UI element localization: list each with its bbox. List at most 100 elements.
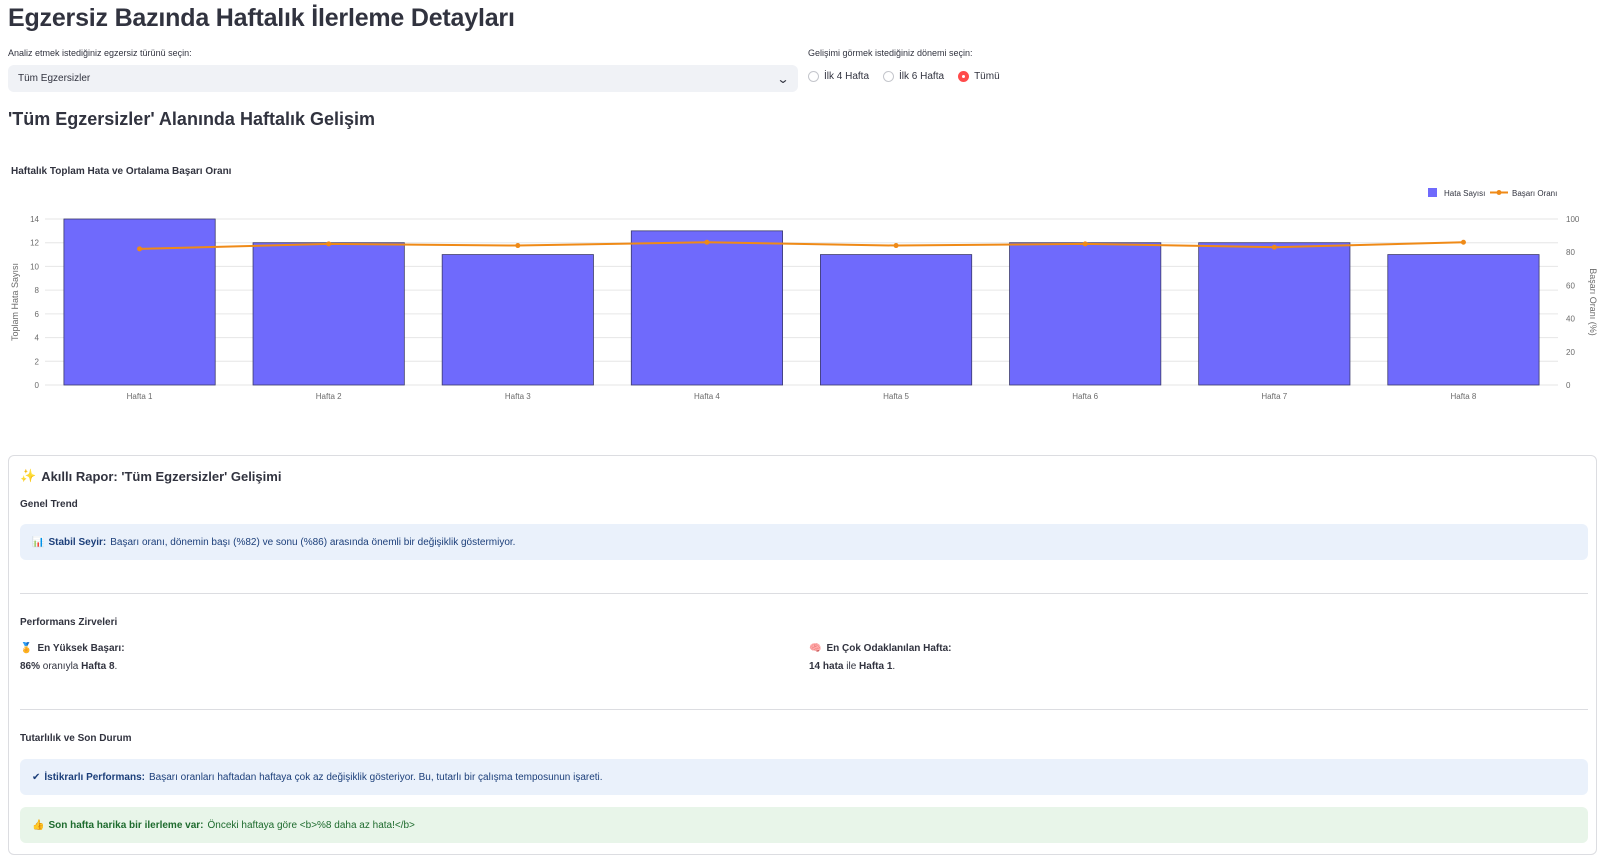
bar [441, 254, 594, 386]
success-rate-point [1271, 244, 1277, 250]
period-radio-label: Gelişimi görmek istediğiniz dönemi seçin… [808, 48, 973, 58]
radio-option-label: İlk 6 Hafta [899, 71, 945, 82]
y-tick-label: 6 [35, 310, 40, 319]
bar [1009, 242, 1162, 386]
y2-tick-label: 20 [1566, 348, 1575, 357]
radio-option-label: İlk 4 Hafta [824, 71, 870, 82]
thumbs-up-icon: 👍 [32, 819, 45, 831]
brain-icon: 🧠 [809, 643, 822, 654]
most-focused-label: 🧠 En Çok Odaklanılan Hafta: [809, 643, 951, 654]
radio-circle [883, 71, 895, 82]
success-rate-point [137, 246, 143, 252]
y2-tick-label: 80 [1566, 248, 1575, 257]
radio-circle [808, 71, 819, 82]
y-tick-label: 2 [35, 357, 40, 366]
y2-tick-label: 0 [1566, 381, 1571, 390]
consistency-alert-text: Başarı oranları haftadan haftaya çok az … [149, 771, 603, 783]
best-success-value: 86% oranıyla Hafta 8. [20, 661, 117, 672]
radio-option-first-4-weeks[interactable]: İlk 4 Hafta [808, 71, 869, 82]
consistency-heading: Tutarlılık ve Son Durum [20, 733, 132, 744]
x-tick-label: Hafta 4 [694, 392, 720, 401]
best-success-period: . [114, 661, 118, 672]
consistency-alert-bold: İstikrarlı Performans: [44, 771, 145, 783]
exercise-select[interactable]: Tüm Egzersizler ⌄ [8, 65, 798, 92]
legend-label-success: Başarı Oranı [1512, 189, 1557, 198]
x-tick-label: Hafta 6 [1072, 392, 1098, 401]
y-tick-label: 0 [35, 381, 40, 390]
bar [1198, 242, 1351, 386]
medal-icon: 🏅 [20, 643, 33, 654]
check-icon: ✔ [32, 771, 41, 783]
exercise-select-label: Analiz etmek istediğiniz egzersiz türünü… [8, 48, 192, 58]
best-success-label-text: En Yüksek Başarı: [37, 643, 125, 654]
y-tick-label: 4 [35, 334, 40, 343]
x-tick-label: Hafta 5 [883, 392, 909, 401]
radio-option-label: Tümü [974, 71, 1000, 82]
success-rate-point [704, 239, 710, 245]
period-radio-group: İlk 4 Hafta İlk 6 Hafta Tümü [808, 71, 1000, 82]
trend-alert-bold: Stabil Seyir: [48, 536, 107, 548]
best-success-label: 🏅 En Yüksek Başarı: [20, 643, 125, 654]
y-tick-label: 10 [30, 262, 39, 271]
bar [252, 242, 405, 386]
bar [630, 230, 783, 386]
radio-option-all[interactable]: Tümü [958, 71, 1000, 82]
page-title: Egzersiz Bazında Haftalık İlerleme Detay… [8, 4, 515, 32]
y-tick-label: 14 [30, 215, 39, 224]
best-success-connector: oranıyla [40, 661, 82, 672]
legend-swatch-errors [1428, 188, 1437, 197]
legend-marker-success [1496, 190, 1502, 195]
radio-option-first-6-weeks[interactable]: İlk 6 Hafta [883, 71, 944, 82]
most-focused-period: . [892, 661, 896, 672]
x-tick-label: Hafta 1 [127, 392, 153, 401]
trend-alert-text: Başarı oranı, dönemin başı (%82) ve sonu… [110, 536, 516, 548]
best-success-week: Hafta 8 [81, 661, 115, 672]
bar [820, 254, 973, 386]
x-tick-label: Hafta 8 [1451, 392, 1477, 401]
smart-report-card: ✨ Akıllı Rapor: 'Tüm Egzersizler' Gelişi… [8, 455, 1597, 855]
y2-tick-label: 100 [1566, 215, 1580, 224]
chart-title: Haftalık Toplam Hata ve Ortalama Başarı … [11, 166, 232, 177]
x-tick-label: Hafta 2 [316, 392, 342, 401]
x-tick-label: Hafta 7 [1261, 392, 1287, 401]
bar [1387, 254, 1540, 386]
success-rate-point [326, 241, 332, 247]
report-title: ✨ Akıllı Rapor: 'Tüm Egzersizler' Gelişi… [20, 468, 281, 484]
y-tick-label: 8 [35, 286, 40, 295]
success-rate-point [1082, 241, 1088, 247]
radio-circle-selected [958, 71, 970, 82]
divider [20, 593, 1588, 594]
best-success-rate: 86% [20, 661, 41, 672]
most-focused-week: Hafta 1 [859, 661, 893, 672]
y-axis-title: Toplam Hata Sayısı [10, 263, 20, 341]
success-rate-point [1460, 239, 1466, 245]
section-title: 'Tüm Egzersizler' Alanında Haftalık Geli… [8, 109, 375, 129]
chevron-down-icon: ⌄ [776, 71, 790, 86]
y-tick-label: 12 [30, 239, 39, 248]
y2-axis-title: Başarı Oranı (%) [1588, 268, 1598, 336]
bar [63, 218, 216, 386]
most-focused-errors: 14 hata [809, 661, 844, 672]
success-rate-point [515, 243, 521, 249]
last-week-alert-bold: Son hafta harika bir ilerleme var: [48, 819, 204, 831]
x-tick-label: Hafta 3 [505, 392, 531, 401]
bar-chart-icon: 📊 [32, 536, 45, 548]
trend-heading: Genel Trend [20, 499, 78, 510]
peaks-heading: Performans Zirveleri [20, 617, 118, 628]
most-focused-value: 14 hata ile Hafta 1. [809, 661, 895, 672]
sparkles-icon: ✨ [20, 468, 37, 483]
exercise-select-value: Tüm Egzersizler [18, 73, 91, 84]
divider [20, 709, 1588, 710]
last-week-alert: 👍 Son hafta harika bir ilerleme var: Önc… [20, 807, 1588, 843]
most-focused-label-text: En Çok Odaklanılan Hafta: [826, 643, 952, 654]
trend-alert: 📊 Stabil Seyir: Başarı oranı, dönemin ba… [20, 524, 1588, 560]
most-focused-connector: ile [843, 661, 860, 672]
weekly-chart: 0 2 4 6 8 10 12 14 0 20 40 60 80 100 Toplam Hata Sayıs… [10, 188, 1598, 401]
y2-tick-label: 40 [1566, 315, 1575, 324]
success-rate-point [893, 243, 899, 249]
y2-tick-label: 60 [1566, 281, 1575, 290]
report-title-text: Akıllı Rapor: 'Tüm Egzersizler' Gelişimi [41, 468, 282, 484]
consistency-alert: ✔ İstikrarlı Performans: Başarı oranları… [20, 759, 1588, 795]
legend-label-errors: Hata Sayısı [1444, 189, 1485, 198]
last-week-alert-text: Önceki haftaya göre <b>%8 daha az hata!<… [207, 819, 415, 831]
